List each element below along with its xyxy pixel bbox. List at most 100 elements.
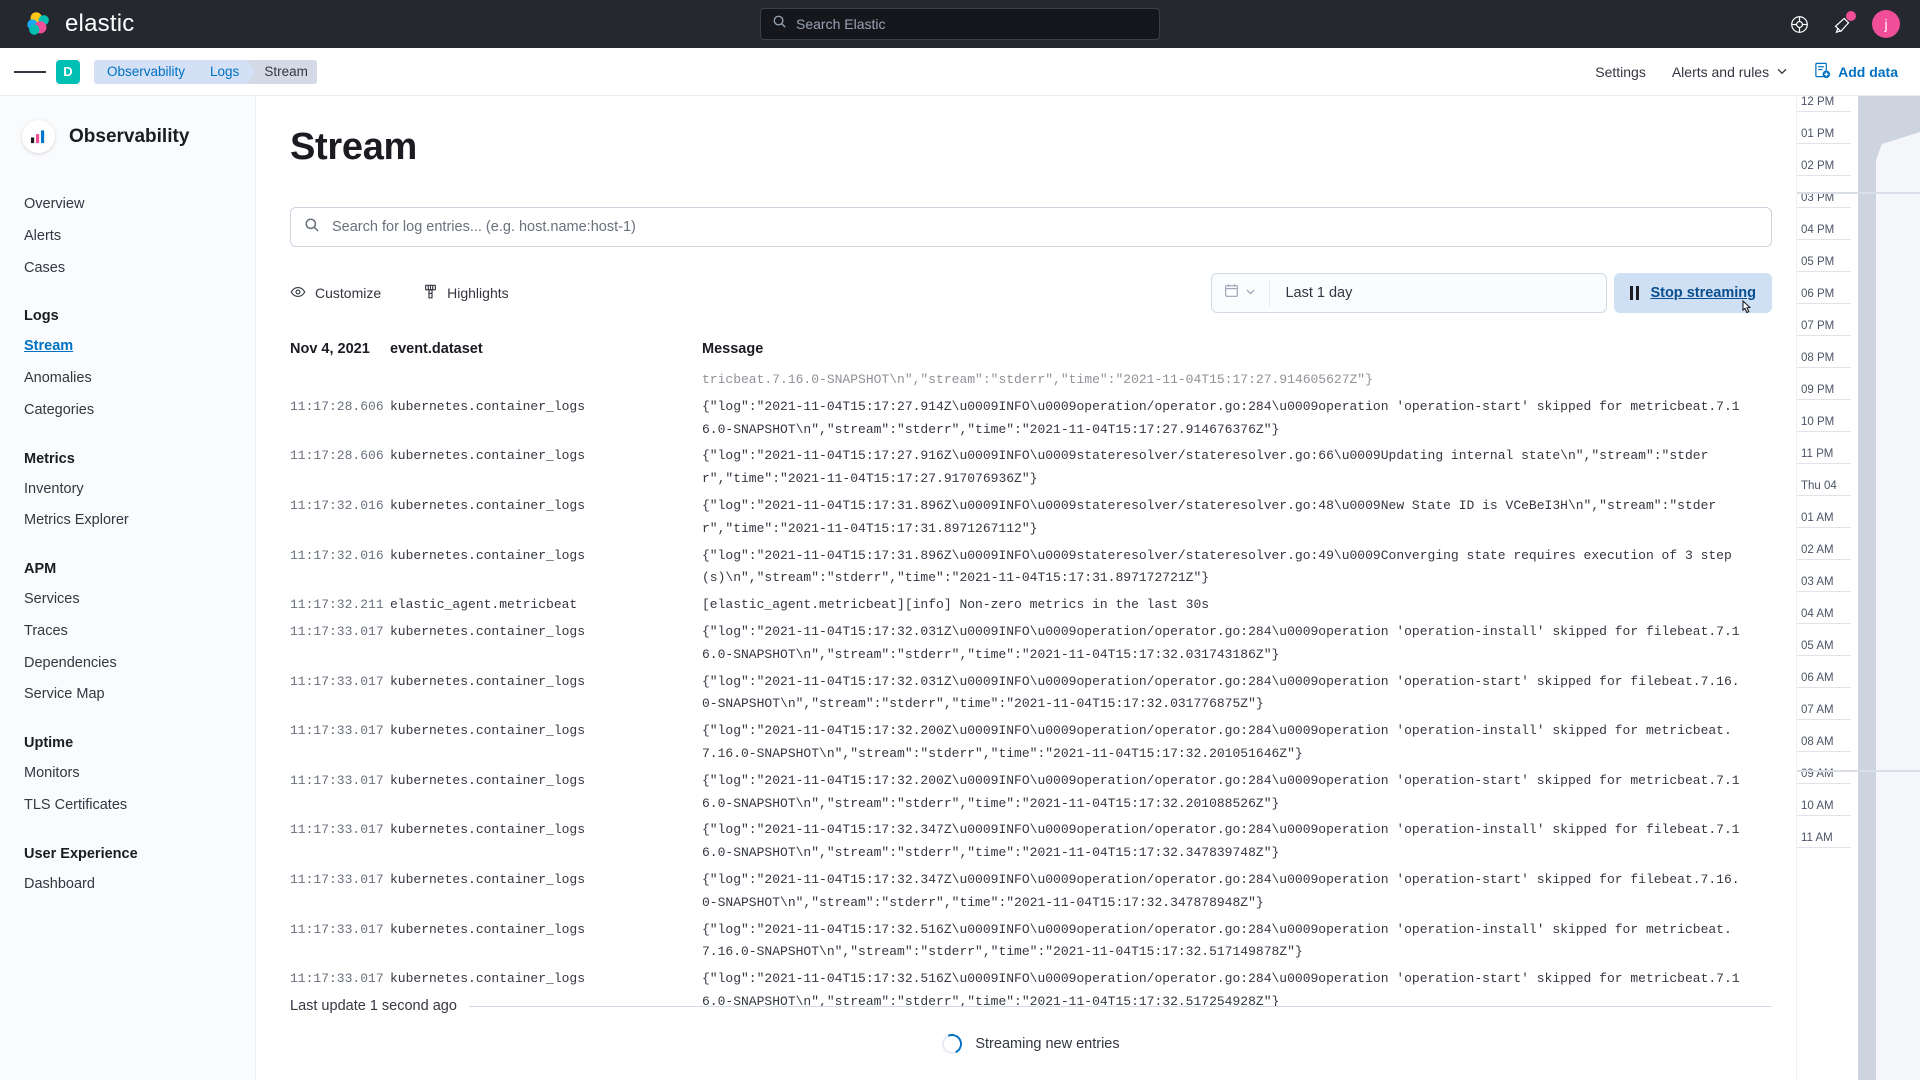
breadcrumb-bar: D Observability Logs Stream Settings Ale… [0,48,1920,96]
minimap-tick-label: 10 PM [1801,416,1835,428]
sidebar-group: User Experience Dashboard [0,846,255,901]
log-entry-row[interactable]: 11:17:32.016 kubernetes.container_logs {"l… [290,493,1772,543]
sidebar-item-stream[interactable]: Stream [0,331,255,363]
sidebar-item-categories[interactable]: Categories [0,395,255,427]
log-entry-row[interactable]: 11:17:32.016 kubernetes.container_logs {"l… [290,543,1772,593]
log-timestamp: 11:17:33.017 [290,871,384,887]
log-entry-row[interactable]: 11:17:28.606 kubernetes.container_logs {"l… [290,394,1772,444]
sidebar-item-dependencies[interactable]: Dependencies [0,648,255,680]
log-entry-row[interactable]: 11:17:33.017 kubernetes.container_logs {"l… [290,867,1772,917]
sidebar-item-service-map[interactable]: Service Map [0,679,255,711]
minimap-tick-line [1797,847,1851,848]
log-dataset: kubernetes.container_logs [390,723,586,739]
log-dataset: kubernetes.container_logs [390,673,586,689]
toolbar-right-controls: Last 1 day Stop streaming [1211,273,1772,314]
date-quick-menu[interactable] [1224,280,1271,306]
log-message: {"log":"2021-11-04T15:17:27.914Z\u0009IN… [702,398,1740,437]
settings-button[interactable]: Settings [1595,64,1646,80]
log-dataset: kubernetes.container_logs [390,448,586,464]
log-entry-row[interactable]: 11:17:33.017 kubernetes.container_logs {"l… [290,817,1772,867]
minimap-tick: 01 AM [1797,512,1920,528]
minimap-tick: 01 PM [1797,128,1920,144]
sidebar-item-cases[interactable]: Cases [0,253,255,285]
sidebar-section-heading: Uptime [24,735,74,751]
user-avatar[interactable]: j [1872,10,1900,38]
log-timestamp: 11:17:33.017 [290,921,384,937]
highlights-button[interactable]: Highlights [423,284,509,303]
log-entries-list[interactable]: tricbeat.7.16.0-SNAPSHOT\n","stream":"st… [290,367,1772,1007]
sidebar-item-traces[interactable]: Traces [0,616,255,648]
log-message: {"log":"2021-11-04T15:17:27.916Z\u0009IN… [702,448,1709,487]
sidebar-item-monitors[interactable]: Monitors [0,758,255,790]
log-entry-row[interactable]: 11:17:33.017 kubernetes.container_logs {"l… [290,768,1772,818]
sidebar-item-metrics-explorer[interactable]: Metrics Explorer [0,505,255,537]
log-message: {"log":"2021-11-04T15:17:32.031Z\u0009IN… [702,673,1740,712]
search-icon [772,14,787,34]
sidebar-item-services[interactable]: Services [0,584,255,616]
space-avatar[interactable]: D [56,59,80,84]
log-entry-row[interactable]: tricbeat.7.16.0-SNAPSHOT\n","stream":"st… [290,367,1772,394]
minimap-tick-line [1797,431,1851,432]
eye-icon [290,284,306,303]
sidebar-header: Observability [0,120,255,153]
minimap-tick-line [1797,367,1851,368]
sidebar-groups: Overview Alerts Cases Logs Stream Anomalies Ca… [0,189,255,900]
log-timeline-minimap[interactable]: 12 PM 01 PM 02 PM 03 PM 04 PM 05 PM 06 PM 07 PM… [1796,96,1920,1080]
minimap-tick-line [1797,143,1851,144]
log-timestamp: 11:17:28.606 [290,398,384,414]
sidebar-item-alerts[interactable]: Alerts [0,221,255,253]
mouse-cursor-icon [1738,299,1758,321]
log-message: {"log":"2021-11-04T15:17:32.031Z\u0009IN… [702,623,1740,662]
minimap-tick-line [1797,335,1851,336]
help-circle-icon[interactable] [1786,11,1812,37]
breadcrumb-observability[interactable]: Observability [94,59,203,84]
date-range-picker[interactable]: Last 1 day [1211,273,1608,313]
log-entry-row[interactable]: 11:17:28.606 kubernetes.container_logs {"l… [290,443,1772,493]
minimap-tick: 08 AM [1797,736,1920,752]
sidebar-item-inventory[interactable]: Inventory [0,474,255,506]
sidebar-item-overview[interactable]: Overview [0,189,255,221]
column-header-message: Message [702,341,764,357]
global-search-placeholder: Search Elastic [796,16,886,32]
minimap-tick-line [1797,719,1851,720]
minimap-tick: 10 PM [1797,416,1920,432]
log-entry-row[interactable]: 11:17:33.017 kubernetes.container_logs {"l… [290,669,1772,719]
minimap-tick-line [1797,591,1851,592]
loading-spinner-icon [939,1031,966,1057]
customize-label: Customize [315,285,382,301]
streaming-status-label: Streaming new entries [975,1036,1120,1052]
elastic-brand[interactable]: elastic [0,9,134,39]
log-entry-row[interactable]: 11:17:33.017 kubernetes.container_logs {"l… [290,718,1772,768]
minimap-tick-label: 11 AM [1801,832,1833,844]
last-update-row: Last update 1 second ago [290,988,1772,1014]
log-entry-row[interactable]: 11:17:33.017 kubernetes.container_logs {"l… [290,917,1772,967]
minimap-tick-label: 01 PM [1801,128,1835,140]
customize-button[interactable]: Customize [290,284,381,303]
alerts-and-rules-menu[interactable]: Alerts and rules [1672,64,1788,80]
minimap-tick: 02 PM [1797,160,1920,176]
log-timestamp [290,369,390,392]
log-dataset: kubernetes.container_logs [390,921,586,937]
notification-badge [1846,11,1856,21]
sidebar-item-anomalies[interactable]: Anomalies [0,363,255,395]
sidebar-item-tls-certificates[interactable]: TLS Certificates [0,790,255,822]
minimap-tick-label: 06 AM [1801,672,1834,684]
minimap-tick-line [1797,399,1851,400]
log-dataset: kubernetes.container_logs [390,822,586,838]
log-search-input[interactable]: Search for log entries... (e.g. host.nam… [290,207,1772,247]
global-search-input[interactable]: Search Elastic [760,8,1160,40]
sidebar-group: Overview Alerts Cases [0,189,255,284]
stop-streaming-button[interactable]: Stop streaming [1614,273,1772,314]
minimap-tick: 08 PM [1797,352,1920,368]
log-entry-row[interactable]: 11:17:32.211 elastic_agent.metricbeat [ela… [290,592,1772,619]
highlights-label: Highlights [447,285,509,301]
menu-toggle-icon[interactable] [14,56,47,88]
log-timestamp: 11:17:33.017 [290,723,384,739]
sidebar-item-dashboard[interactable]: Dashboard [0,869,255,901]
minimap-tick-line [1797,111,1851,112]
add-data-button[interactable]: Add data [1814,62,1898,82]
log-message: {"log":"2021-11-04T15:17:32.347Z\u0009IN… [702,822,1740,861]
log-entry-row[interactable]: 11:17:33.017 kubernetes.container_logs {"l… [290,619,1772,669]
megaphone-icon[interactable] [1829,11,1856,37]
minimap-tick: 12 PM [1797,96,1920,112]
